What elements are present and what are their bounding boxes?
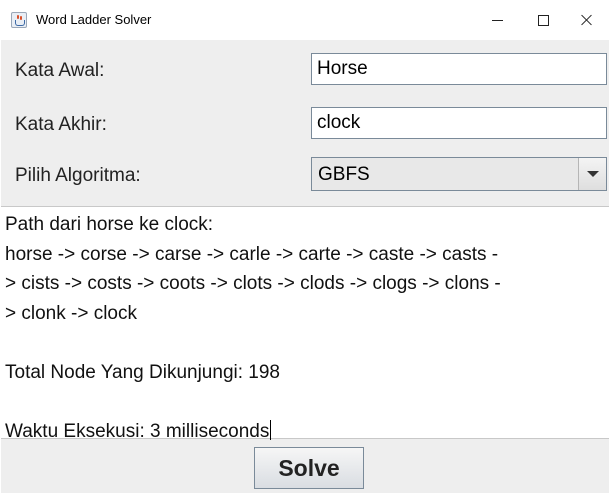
maximize-button[interactable] (520, 0, 566, 40)
close-button[interactable] (564, 0, 610, 40)
exec-time-line: Waktu Eksekusi: 3 milliseconds (5, 417, 605, 447)
chevron-down-icon[interactable] (578, 158, 606, 190)
path-line-1: horse -> corse -> carse -> carle -> cart… (5, 243, 499, 265)
close-icon (581, 14, 593, 26)
path-line-3: > clonk -> clock (5, 302, 137, 324)
algorithm-label: Pilih Algoritma: (15, 165, 141, 186)
maximize-icon (537, 14, 549, 26)
result-textarea[interactable]: Path dari horse ke clock: horse -> corse… (1, 206, 609, 442)
nodes-visited-text: Total Node Yang Dikunjungi: 198 (5, 361, 280, 383)
exec-time-text: Waktu Eksekusi: 3 milliseconds (5, 420, 270, 442)
end-word-input[interactable] (311, 107, 607, 139)
path-header: Path dari horse ke clock: (5, 214, 214, 235)
path-line-2: > cists -> costs -> coots -> clots -> cl… (5, 273, 501, 294)
text-caret (270, 419, 272, 440)
algorithm-selected-value: GBFS (318, 164, 370, 185)
end-word-label: Kata Akhir: (15, 114, 107, 135)
title-bar[interactable]: Word Ladder Solver (0, 0, 610, 40)
window-title: Word Ladder Solver (36, 12, 152, 27)
main-panel: Kata Awal: Kata Akhir: Pilih Algoritma: … (1, 40, 609, 493)
minimize-button[interactable] (474, 0, 520, 40)
algorithm-select[interactable]: GBFS (311, 157, 607, 191)
java-cup-icon (11, 12, 27, 28)
start-word-input[interactable] (311, 53, 607, 85)
start-word-label: Kata Awal: (15, 60, 105, 81)
solve-button[interactable]: Solve (254, 447, 364, 489)
minimize-icon (491, 19, 503, 21)
